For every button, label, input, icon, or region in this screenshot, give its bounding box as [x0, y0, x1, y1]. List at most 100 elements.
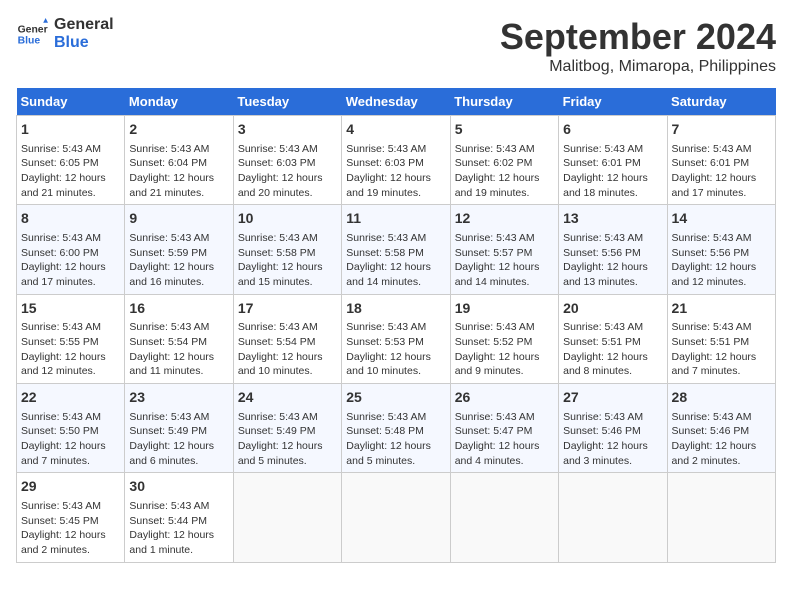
day-number: 19	[455, 299, 554, 319]
calendar-cell: 8Sunrise: 5:43 AMSunset: 6:00 PMDaylight…	[17, 205, 125, 294]
cell-line: Sunset: 6:05 PM	[21, 156, 120, 171]
cell-line: Daylight: 12 hours	[672, 171, 771, 186]
cell-line: and 6 minutes.	[129, 454, 228, 469]
cell-line: Sunrise: 5:43 AM	[346, 142, 445, 157]
month-title: September 2024	[500, 16, 776, 58]
cell-line: Sunset: 5:56 PM	[672, 246, 771, 261]
day-number: 24	[238, 388, 337, 408]
cell-line: Daylight: 12 hours	[129, 260, 228, 275]
cell-line: Sunset: 5:52 PM	[455, 335, 554, 350]
cell-line: and 14 minutes.	[346, 275, 445, 290]
cell-line: Sunset: 5:46 PM	[563, 424, 662, 439]
calendar-cell: 30Sunrise: 5:43 AMSunset: 5:44 PMDayligh…	[125, 473, 233, 562]
cell-line: and 14 minutes.	[455, 275, 554, 290]
calendar-cell: 26Sunrise: 5:43 AMSunset: 5:47 PMDayligh…	[450, 384, 558, 473]
cell-line: Daylight: 12 hours	[238, 171, 337, 186]
col-header-thursday: Thursday	[450, 88, 558, 116]
cell-line: Sunrise: 5:43 AM	[346, 231, 445, 246]
cell-line: Sunrise: 5:43 AM	[21, 231, 120, 246]
cell-line: Daylight: 12 hours	[238, 350, 337, 365]
cell-line: and 11 minutes.	[129, 364, 228, 379]
cell-line: and 21 minutes.	[129, 186, 228, 201]
cell-line: Sunset: 6:01 PM	[672, 156, 771, 171]
cell-line: and 5 minutes.	[346, 454, 445, 469]
cell-line: Sunset: 6:02 PM	[455, 156, 554, 171]
day-number: 3	[238, 120, 337, 140]
cell-line: Daylight: 12 hours	[455, 439, 554, 454]
day-number: 5	[455, 120, 554, 140]
calendar-cell: 19Sunrise: 5:43 AMSunset: 5:52 PMDayligh…	[450, 294, 558, 383]
col-header-tuesday: Tuesday	[233, 88, 341, 116]
location-title: Malitbog, Mimaropa, Philippines	[500, 58, 776, 76]
cell-line: Sunrise: 5:43 AM	[129, 142, 228, 157]
day-number: 9	[129, 209, 228, 229]
cell-line: Sunset: 5:58 PM	[238, 246, 337, 261]
day-number: 25	[346, 388, 445, 408]
calendar-cell	[559, 473, 667, 562]
cell-line: Sunset: 5:57 PM	[455, 246, 554, 261]
logo: General Blue General Blue	[16, 16, 114, 51]
cell-line: Daylight: 12 hours	[129, 171, 228, 186]
cell-line: Sunset: 5:48 PM	[346, 424, 445, 439]
cell-line: and 21 minutes.	[21, 186, 120, 201]
calendar-week-row: 8Sunrise: 5:43 AMSunset: 6:00 PMDaylight…	[17, 205, 776, 294]
svg-text:General: General	[18, 24, 48, 35]
cell-line: and 12 minutes.	[672, 275, 771, 290]
calendar-cell: 27Sunrise: 5:43 AMSunset: 5:46 PMDayligh…	[559, 384, 667, 473]
cell-line: Sunrise: 5:43 AM	[563, 320, 662, 335]
cell-line: Daylight: 12 hours	[346, 350, 445, 365]
cell-line: Daylight: 12 hours	[455, 350, 554, 365]
col-header-wednesday: Wednesday	[342, 88, 450, 116]
day-number: 17	[238, 299, 337, 319]
calendar-cell: 20Sunrise: 5:43 AMSunset: 5:51 PMDayligh…	[559, 294, 667, 383]
cell-line: Daylight: 12 hours	[129, 350, 228, 365]
logo-general: General	[54, 16, 114, 34]
col-header-monday: Monday	[125, 88, 233, 116]
cell-line: Daylight: 12 hours	[21, 528, 120, 543]
cell-line: and 5 minutes.	[238, 454, 337, 469]
cell-line: and 10 minutes.	[346, 364, 445, 379]
cell-line: Sunset: 5:55 PM	[21, 335, 120, 350]
cell-line: Daylight: 12 hours	[672, 350, 771, 365]
calendar-cell	[233, 473, 341, 562]
cell-line: Daylight: 12 hours	[455, 260, 554, 275]
cell-line: Sunset: 5:59 PM	[129, 246, 228, 261]
cell-line: and 8 minutes.	[563, 364, 662, 379]
calendar-cell	[450, 473, 558, 562]
cell-line: and 19 minutes.	[455, 186, 554, 201]
cell-line: Sunrise: 5:43 AM	[672, 231, 771, 246]
cell-line: Sunrise: 5:43 AM	[129, 231, 228, 246]
cell-line: Daylight: 12 hours	[563, 260, 662, 275]
day-number: 11	[346, 209, 445, 229]
cell-line: and 9 minutes.	[455, 364, 554, 379]
cell-line: Daylight: 12 hours	[346, 439, 445, 454]
cell-line: Sunrise: 5:43 AM	[129, 320, 228, 335]
cell-line: Sunset: 5:51 PM	[672, 335, 771, 350]
cell-line: and 1 minute.	[129, 543, 228, 558]
cell-line: and 17 minutes.	[672, 186, 771, 201]
cell-line: Sunrise: 5:43 AM	[21, 410, 120, 425]
calendar-cell: 22Sunrise: 5:43 AMSunset: 5:50 PMDayligh…	[17, 384, 125, 473]
calendar-cell: 23Sunrise: 5:43 AMSunset: 5:49 PMDayligh…	[125, 384, 233, 473]
cell-line: Sunrise: 5:43 AM	[563, 231, 662, 246]
calendar-cell: 4Sunrise: 5:43 AMSunset: 6:03 PMDaylight…	[342, 116, 450, 205]
calendar-week-row: 15Sunrise: 5:43 AMSunset: 5:55 PMDayligh…	[17, 294, 776, 383]
cell-line: Sunrise: 5:43 AM	[455, 142, 554, 157]
col-header-friday: Friday	[559, 88, 667, 116]
calendar-cell: 29Sunrise: 5:43 AMSunset: 5:45 PMDayligh…	[17, 473, 125, 562]
calendar-cell	[667, 473, 775, 562]
cell-line: Sunrise: 5:43 AM	[238, 410, 337, 425]
day-number: 27	[563, 388, 662, 408]
cell-line: Daylight: 12 hours	[129, 439, 228, 454]
cell-line: Daylight: 12 hours	[21, 350, 120, 365]
cell-line: Sunrise: 5:43 AM	[563, 410, 662, 425]
day-number: 30	[129, 477, 228, 497]
day-number: 12	[455, 209, 554, 229]
cell-line: Daylight: 12 hours	[21, 439, 120, 454]
cell-line: Sunset: 6:03 PM	[346, 156, 445, 171]
cell-line: and 18 minutes.	[563, 186, 662, 201]
cell-line: Sunset: 5:53 PM	[346, 335, 445, 350]
cell-line: Sunrise: 5:43 AM	[563, 142, 662, 157]
cell-line: and 2 minutes.	[672, 454, 771, 469]
cell-line: and 7 minutes.	[672, 364, 771, 379]
